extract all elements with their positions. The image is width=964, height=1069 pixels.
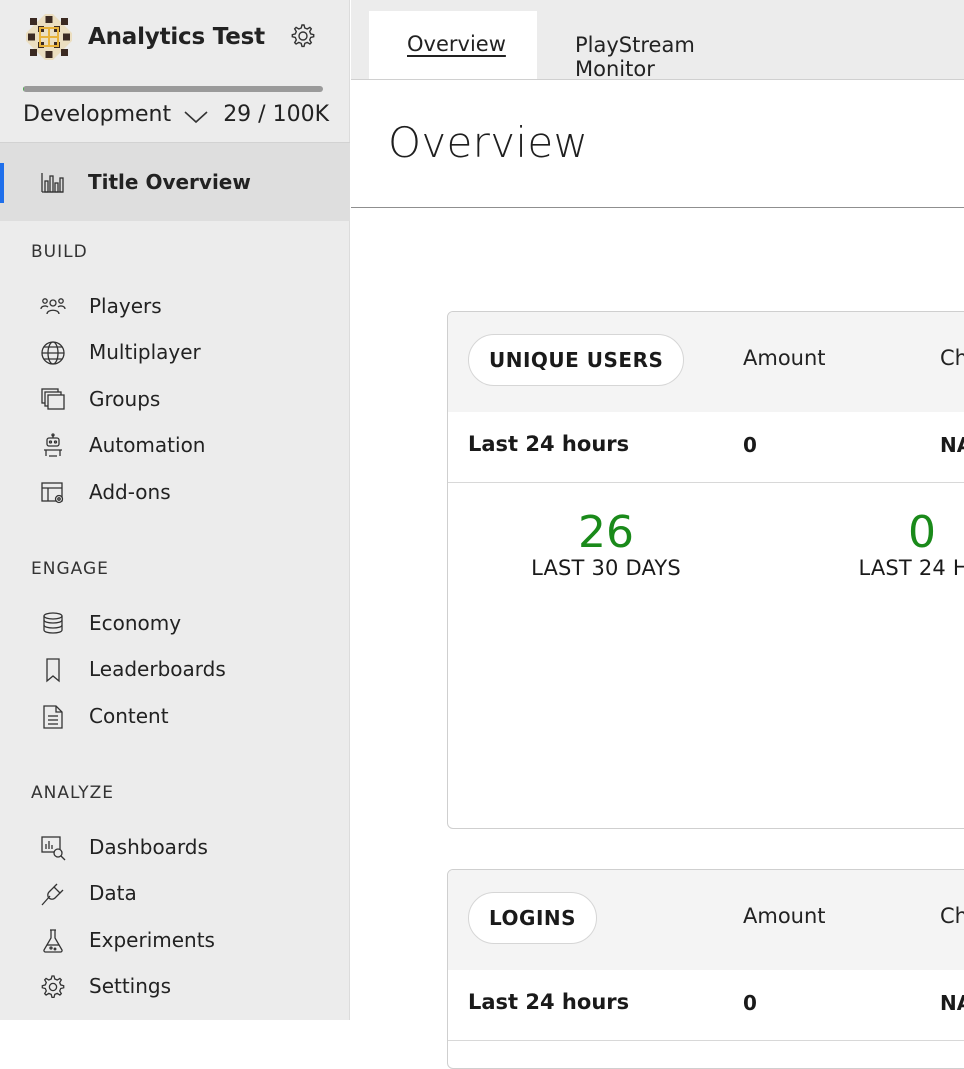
sidebar-item-label: Groups [89,387,161,411]
sidebar-item-data[interactable]: Data [0,874,350,914]
usage-count: 29 / 100K [223,102,329,127]
sidebar-item-experiments[interactable]: Experiments [0,921,350,961]
sidebar-item-label: Automation [89,433,206,457]
tab-bar: Overview PlayStream Monitor [351,0,964,81]
sidebar-item-label: Content [89,704,169,728]
sidebar-item-dashboards[interactable]: Dashboards [0,828,350,868]
players-icon [40,298,66,315]
sidebar-item-label: Experiments [89,928,215,952]
row-amount: 0 [743,991,757,1015]
chevron-down-icon[interactable] [183,106,209,126]
row-amount: 0 [743,433,757,457]
stat-last-24-hours: 0 LAST 24 HO [792,507,964,581]
sidebar-item-automation[interactable]: Automation [0,426,350,466]
stat-label: LAST 30 DAYS [531,556,681,580]
gear-icon [41,975,65,999]
sidebar-item-label: Data [89,881,137,905]
gear-icon[interactable] [289,22,317,50]
sidebar-item-label: Dashboards [89,835,208,859]
table-row: Last 24 hours 0 NA [448,970,964,1041]
column-header-change: Ch [940,346,964,370]
environment-selector[interactable]: Development 29 / 100K [23,100,329,134]
globe-icon [41,341,65,365]
dashboard-icon [41,836,66,861]
sidebar: Analytics Test Development 29 / 100K Tit… [0,0,350,1020]
addons-icon [41,482,64,504]
flask-icon [43,929,63,953]
sidebar-item-players[interactable]: Players [0,287,350,327]
sidebar-item-leaderboards[interactable]: Leaderboards [0,650,350,690]
app-title: Analytics Test [88,24,265,50]
coins-icon [43,612,63,634]
section-heading-build: BUILD [31,242,88,262]
usage-progress-bar [23,86,323,92]
app-logo [26,14,72,60]
document-icon [43,705,63,729]
sidebar-item-economy[interactable]: Economy [0,604,350,644]
card-header: UNIQUE USERS Amount Ch [448,312,964,413]
row-change: NA [940,991,964,1015]
row-period: Last 24 hours [468,432,630,456]
sidebar-item-add-ons[interactable]: Add-ons [0,473,350,513]
sidebar-item-label: Players [89,294,162,318]
sidebar-item-label: Add-ons [89,480,171,504]
section-heading-engage: ENGAGE [31,559,109,579]
page-title: Overview [388,118,589,167]
tab-label: Overview [407,32,506,56]
column-header-amount: Amount [743,346,826,370]
sidebar-item-content[interactable]: Content [0,697,350,737]
column-header-amount: Amount [743,904,826,928]
section-heading-analyze: ANALYZE [31,783,114,803]
robot-icon [44,433,62,457]
row-change: NA [940,433,964,457]
sidebar-item-title-overview[interactable]: Title Overview [0,142,350,221]
bookmark-icon [46,658,60,683]
sidebar-item-label: Economy [89,611,182,635]
stat-last-30-days: 26 LAST 30 DAYS [476,507,736,581]
usage-progress-fill [23,86,25,92]
sidebar-item-groups[interactable]: Groups [0,380,350,420]
environment-name[interactable]: Development [23,102,171,127]
sidebar-item-label: Multiplayer [89,340,201,364]
logins-pill-button[interactable]: LOGINS [468,892,598,944]
selection-indicator [0,163,4,203]
stat-label: LAST 24 HO [858,556,964,580]
unique-users-pill-button[interactable]: UNIQUE USERS [468,334,685,386]
unique-users-card: UNIQUE USERS Amount Ch Last 24 hours 0 N… [447,311,964,829]
stat-value: 26 [578,507,634,558]
tab-overview[interactable]: Overview [369,11,537,79]
sidebar-item-label: Leaderboards [89,657,226,681]
stat-value: 0 [908,507,936,558]
column-header-change: Ch [940,904,964,928]
sidebar-item-label: Title Overview [88,170,251,194]
table-row: Last 24 hours 0 NA [448,412,964,483]
bar-chart-icon [41,173,64,193]
sidebar-item-label: Settings [89,974,172,998]
row-period: Last 24 hours [468,990,630,1014]
sidebar-item-settings[interactable]: Settings [0,967,350,1007]
groups-icon [41,388,65,410]
plug-icon [41,883,64,906]
tab-label: PlayStream Monitor [575,33,695,81]
logins-card: LOGINS Amount Ch Last 24 hours 0 NA [447,869,964,1069]
divider [351,207,964,208]
card-header: LOGINS Amount Ch [448,870,964,971]
sidebar-item-multiplayer[interactable]: Multiplayer [0,333,350,373]
